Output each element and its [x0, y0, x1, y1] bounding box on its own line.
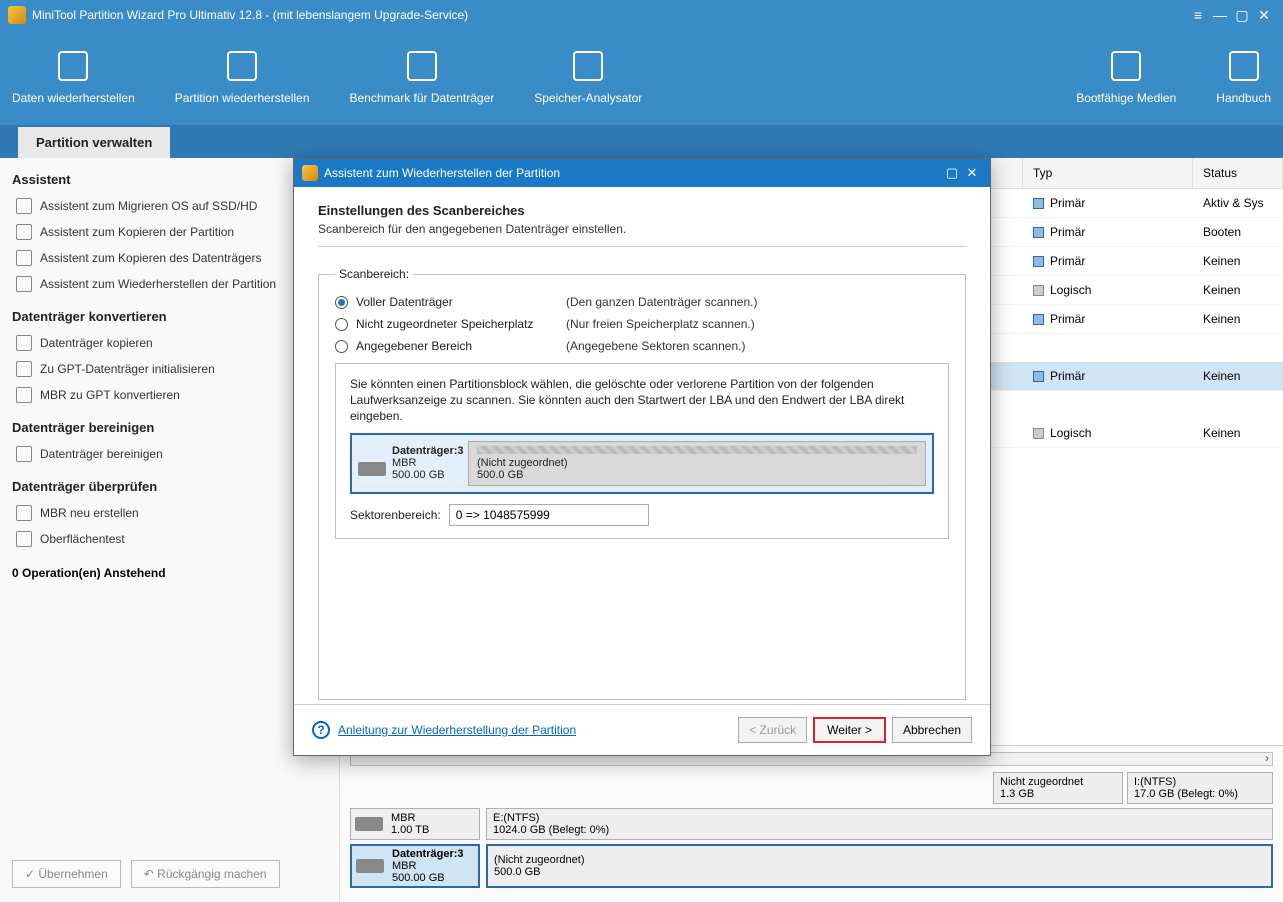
sector-range-label: Sektorenbereich:: [350, 508, 441, 522]
recovery-wizard-dialog: Assistent zum Wiederherstellen der Parti…: [293, 158, 991, 756]
dialog-app-icon: [302, 165, 318, 181]
dialog-title: Assistent zum Wiederherstellen der Parti…: [324, 166, 560, 180]
dialog-footer: ? Anleitung zur Wiederherstellung der Pa…: [294, 704, 990, 755]
scan-range-legend: Scanbereich:: [335, 267, 413, 281]
hdd-icon: [358, 462, 386, 476]
dialog-titlebar: Assistent zum Wiederherstellen der Parti…: [294, 159, 990, 187]
cancel-button[interactable]: Abbrechen: [892, 717, 972, 743]
selected-disk-visual[interactable]: Datenträger:3MBR500.00 GB (Nicht zugeord…: [350, 433, 934, 494]
radio-icon: [335, 296, 348, 309]
radio-icon: [335, 340, 348, 353]
radio-unallocated[interactable]: Nicht zugeordneter Speicherplatz(Nur fre…: [335, 317, 949, 331]
dialog-subtitle: Scanbereich für den angegebenen Datenträ…: [318, 222, 966, 236]
sector-range-input[interactable]: [449, 504, 649, 526]
dialog-maximize-icon[interactable]: ▢: [942, 165, 962, 181]
scan-range-fieldset: Scanbereich: Voller Datenträger(Den ganz…: [318, 267, 966, 700]
radio-icon: [335, 318, 348, 331]
radio-specified-range[interactable]: Angegebener Bereich(Angegebene Sektoren …: [335, 339, 949, 353]
back-button[interactable]: < Zurück: [738, 717, 807, 743]
dialog-heading: Einstellungen des Scanbereiches: [318, 203, 966, 218]
help-icon[interactable]: ?: [312, 721, 330, 739]
next-button[interactable]: Weiter >: [813, 717, 886, 743]
range-info-text: Sie könnten einen Partitionsblock wählen…: [350, 376, 934, 425]
dialog-close-icon[interactable]: ✕: [962, 165, 982, 181]
radio-full-disk[interactable]: Voller Datenträger(Den ganzen Datenträge…: [335, 295, 949, 309]
range-info-box: Sie könnten einen Partitionsblock wählen…: [335, 363, 949, 539]
modal-backdrop: Assistent zum Wiederherstellen der Parti…: [0, 0, 1283, 902]
help-link[interactable]: Anleitung zur Wiederherstellung der Part…: [338, 723, 576, 737]
